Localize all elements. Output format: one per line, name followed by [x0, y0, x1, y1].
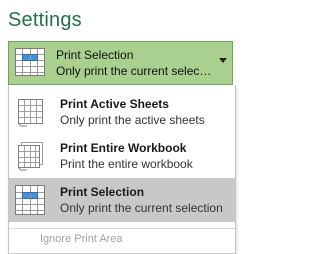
- print-what-menu: Print Active Sheets Only print the activ…: [8, 85, 236, 254]
- menu-item-title: Print Entire Workbook: [60, 141, 187, 155]
- chevron-down-icon[interactable]: [219, 58, 227, 63]
- menu-divider: [9, 228, 235, 229]
- menu-item-subtitle: Only print the active sheets: [60, 113, 205, 127]
- entire-workbook-icon: [15, 141, 45, 171]
- active-sheets-icon: [15, 97, 45, 127]
- menu-item-print-selection[interactable]: Print Selection Only print the current s…: [9, 178, 235, 222]
- print-what-dropdown[interactable]: Print Selection Only print the current s…: [8, 41, 233, 85]
- menu-item-subtitle: Print the entire workbook: [60, 157, 193, 171]
- menu-item-print-active-sheets[interactable]: Print Active Sheets Only print the activ…: [9, 90, 235, 134]
- dropdown-selected-title: Print Selection: [56, 48, 134, 62]
- menu-item-title: Print Active Sheets: [60, 97, 169, 111]
- menu-item-title: Print Selection: [60, 185, 145, 199]
- page-title: Settings: [8, 9, 82, 31]
- menu-item-print-entire-workbook[interactable]: Print Entire Workbook Print the entire w…: [9, 134, 235, 178]
- dropdown-selected-subtitle: Only print the current selecti...: [56, 64, 214, 78]
- menu-item-subtitle: Only print the current selection: [60, 201, 223, 215]
- print-selection-icon: [15, 48, 45, 76]
- print-selection-icon: [15, 185, 45, 215]
- ignore-print-area-option: Ignore Print Area: [40, 233, 123, 245]
